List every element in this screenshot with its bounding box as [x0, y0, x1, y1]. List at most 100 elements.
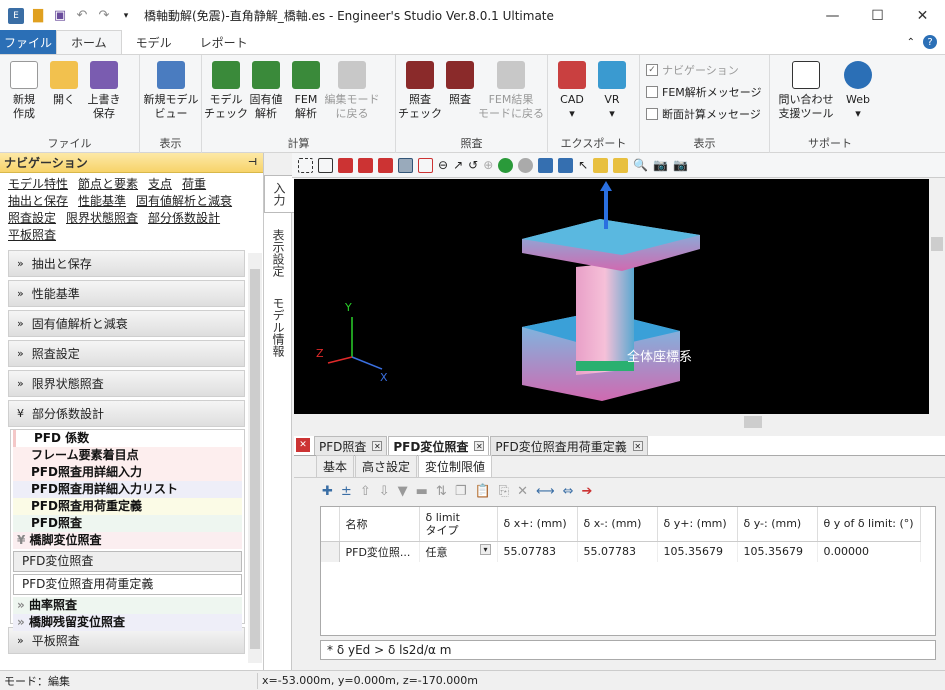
- subtab-height[interactable]: 高さ設定: [355, 455, 418, 477]
- fit-icon[interactable]: [318, 157, 333, 173]
- vtab-model-info[interactable]: モデル情報: [264, 291, 293, 363]
- pointer-icon[interactable]: ↖: [578, 158, 588, 173]
- column-header[interactable]: 名称: [339, 507, 420, 542]
- fit-width-icon[interactable]: ⇔: [563, 484, 574, 499]
- list-item[interactable]: PFD照査: [13, 515, 242, 532]
- close-all-icon[interactable]: ✕: [296, 438, 310, 452]
- zoom-icon[interactable]: ⊖: [438, 158, 448, 173]
- camera-save-icon[interactable]: 📷: [673, 158, 688, 173]
- link-nodes[interactable]: 節点と要素: [78, 177, 138, 191]
- link-supports[interactable]: 支点: [148, 177, 172, 191]
- move-up-icon[interactable]: ⇧: [360, 484, 371, 499]
- link-extract[interactable]: 抽出と保存: [8, 194, 68, 208]
- pin-icon[interactable]: ⊣: [248, 157, 263, 168]
- cell-name[interactable]: PFD変位照...: [339, 541, 420, 562]
- vtab-input[interactable]: 入力: [264, 175, 294, 213]
- add-row-icon[interactable]: ✚: [322, 484, 333, 499]
- save-icon[interactable]: ▣: [52, 8, 68, 24]
- cell-theta[interactable]: 0.00000: [817, 541, 921, 562]
- label2-icon[interactable]: [613, 157, 629, 173]
- link-limit-state[interactable]: 限界状態照査: [66, 211, 138, 225]
- zoom-window-icon[interactable]: [418, 157, 433, 173]
- label-icon[interactable]: [593, 157, 609, 173]
- help-icon[interactable]: ?: [923, 35, 937, 49]
- column-header[interactable]: δ limit タイプ: [419, 507, 498, 542]
- section-eigen[interactable]: » 固有値解析と減衰: [8, 310, 245, 337]
- list-item[interactable]: PFD照査用詳細入力リスト: [13, 481, 242, 498]
- dropdown-arrow-icon[interactable]: ▾: [480, 543, 491, 555]
- link-eigen[interactable]: 固有値解析と減衰: [136, 194, 232, 208]
- maximize-button[interactable]: ☐: [855, 0, 900, 31]
- vtab-display[interactable]: 表示設定: [264, 223, 293, 283]
- section-message-checkbox[interactable]: 断面計算メッセージ: [646, 103, 763, 125]
- view-horizontal-scrollbar[interactable]: [294, 414, 929, 431]
- list-item[interactable]: PFD照査用荷重定義: [13, 498, 242, 515]
- back-icon[interactable]: [498, 157, 514, 173]
- section-partial-factor[interactable]: ¥ 部分係数設計: [8, 400, 245, 427]
- undo-icon[interactable]: ↶: [74, 8, 90, 24]
- clear-icon[interactable]: ✕: [517, 484, 528, 499]
- pfd-displacement-load-button[interactable]: PFD変位照査用荷重定義: [13, 574, 242, 595]
- cube-front-icon[interactable]: [338, 157, 353, 173]
- copy-icon[interactable]: ❐: [455, 484, 467, 499]
- camera-icon[interactable]: 📷: [653, 158, 668, 173]
- cube-top-icon[interactable]: [378, 157, 393, 173]
- section-performance[interactable]: » 性能基準: [8, 280, 245, 307]
- list-item[interactable]: » 曲率照査: [13, 597, 242, 614]
- delete-row-icon[interactable]: ▬: [416, 484, 428, 499]
- tab-pfd-displacement-load[interactable]: PFD変位照査用荷重定義 ✕: [490, 436, 648, 455]
- cube-iso-icon[interactable]: [398, 157, 413, 173]
- move-down-icon[interactable]: ⇩: [379, 484, 390, 499]
- pan-icon[interactable]: ↗: [453, 158, 463, 173]
- file-menu[interactable]: ファイル: [0, 30, 56, 54]
- subtab-limit[interactable]: 変位制限値: [418, 455, 493, 477]
- link-slab[interactable]: 平板照査: [8, 228, 56, 242]
- link-performance[interactable]: 性能基準: [78, 194, 126, 208]
- subtab-basic[interactable]: 基本: [316, 455, 355, 477]
- move-bottom-icon[interactable]: ▼: [398, 484, 408, 499]
- open-icon[interactable]: ▇: [30, 8, 46, 24]
- insert-row-icon[interactable]: ±: [341, 484, 352, 499]
- navigation-scrollbar[interactable]: [248, 253, 262, 663]
- tab-model[interactable]: モデル: [122, 30, 186, 54]
- tab-pfd-displacement[interactable]: PFD変位照査 ✕: [388, 436, 490, 455]
- close-icon[interactable]: ✕: [474, 441, 485, 451]
- export-icon[interactable]: ➔: [582, 484, 593, 499]
- section-verify-settings[interactable]: » 照査設定: [8, 340, 245, 367]
- list-item[interactable]: PFD 係数: [13, 430, 242, 447]
- crosshair-icon[interactable]: ⊕: [483, 158, 493, 173]
- pfd-displacement-button[interactable]: PFD変位照査: [13, 551, 242, 572]
- rotate-icon[interactable]: ↺: [468, 158, 478, 173]
- list-item[interactable]: フレーム要素着目点: [13, 447, 242, 464]
- column-header[interactable]: δ y-: (mm): [737, 507, 818, 542]
- list-item[interactable]: PFD照査用詳細入力: [13, 464, 242, 481]
- fem-message-checkbox[interactable]: FEM解析メッセージ: [646, 81, 763, 103]
- select-icon[interactable]: [298, 157, 313, 173]
- link-loads[interactable]: 荷重: [182, 177, 206, 191]
- column-header[interactable]: δ y+: (mm): [657, 507, 738, 542]
- paste-special-icon[interactable]: ⎘: [499, 484, 509, 499]
- fit-columns-icon[interactable]: ⟷: [536, 484, 555, 499]
- close-icon[interactable]: ✕: [632, 441, 643, 451]
- column-header[interactable]: δ x-: (mm): [577, 507, 658, 542]
- forward-icon[interactable]: [518, 157, 534, 173]
- list-item[interactable]: » 橋脚残留変位照査: [13, 614, 242, 631]
- redo-icon[interactable]: ↷: [96, 8, 112, 24]
- cell-dx-plus[interactable]: 55.07783: [497, 541, 578, 562]
- cell-dy-plus[interactable]: 105.35679: [657, 541, 738, 562]
- collapse-ribbon-icon[interactable]: ⌃: [907, 37, 915, 48]
- tab-report[interactable]: レポート: [186, 30, 262, 54]
- list-item-expanded[interactable]: ¥ 橋脚変位照査: [13, 532, 242, 549]
- link-partial-factor[interactable]: 部分係数設計: [148, 211, 220, 225]
- search-icon[interactable]: 🔍: [633, 158, 648, 173]
- info-icon[interactable]: [558, 157, 574, 173]
- section-extract[interactable]: » 抽出と保存: [8, 250, 245, 277]
- close-button[interactable]: ✕: [900, 0, 945, 31]
- minimize-button[interactable]: —: [810, 0, 855, 31]
- sort-icon[interactable]: ⇅: [436, 484, 447, 499]
- navigation-checkbox[interactable]: ✓ ナビゲーション: [646, 59, 763, 81]
- cell-limit-type[interactable]: 任意 ▾: [419, 541, 498, 562]
- cell-dx-minus[interactable]: 55.07783: [577, 541, 658, 562]
- model-3d-view[interactable]: Y X Z 全体座標系: [294, 179, 929, 414]
- column-header[interactable]: θ y of δ limit: (°): [817, 507, 921, 542]
